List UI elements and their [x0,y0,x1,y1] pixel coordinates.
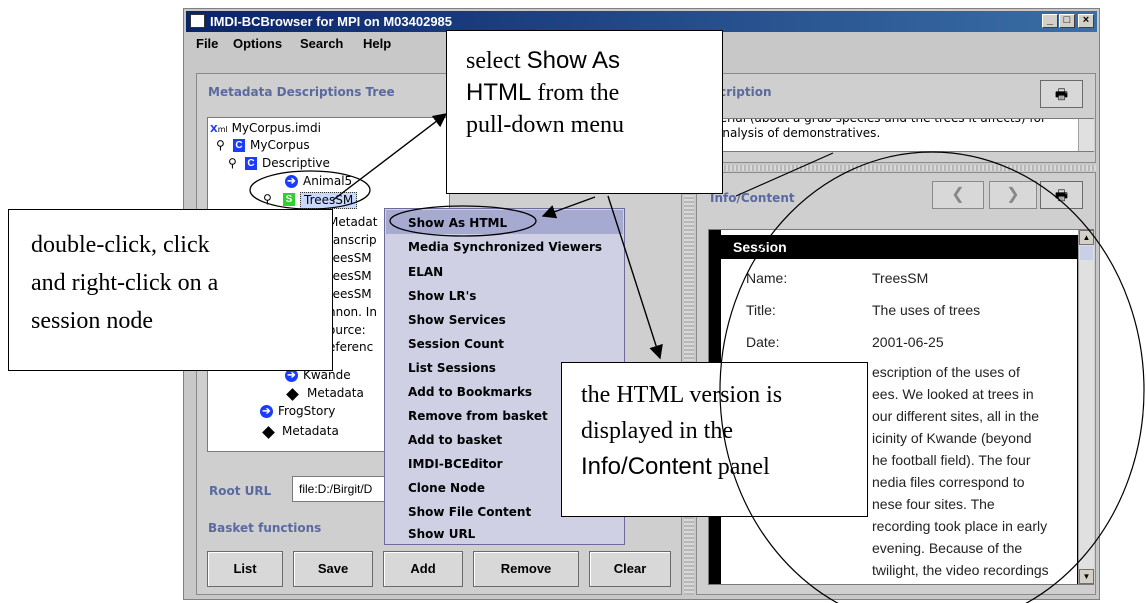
highlight-ellipse-menu-item [389,205,537,237]
arrow-line [332,113,448,201]
highlight-ellipse-html-view [719,151,1145,603]
arrow-line [541,196,596,219]
annotation-overlay [249,113,1145,603]
highlight-ellipse-session [249,170,371,210]
arrow-line [607,195,663,360]
